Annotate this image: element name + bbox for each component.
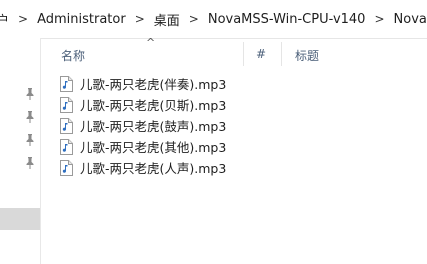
file-row[interactable]: 儿歌-两只老虎(鼓声).mp3	[60, 115, 226, 136]
audio-file-icon	[60, 117, 73, 134]
breadcrumb-separator[interactable]: >	[189, 12, 199, 26]
breadcrumb-item-desktop[interactable]: 桌面	[154, 10, 180, 29]
audio-file-icon	[60, 138, 73, 155]
file-list: 儿歌-两只老虎(伴奏).mp3 儿歌-两只老虎(贝斯).mp3 儿歌-两只老虎(…	[60, 73, 226, 178]
file-name: 儿歌-两只老虎(贝斯).mp3	[80, 98, 227, 113]
breadcrumb-separator[interactable]: >	[374, 12, 384, 26]
column-header-name[interactable]: 名称	[61, 47, 85, 64]
file-name: 儿歌-两只老虎(人声).mp3	[80, 161, 227, 176]
audio-file-icon	[60, 75, 73, 92]
column-divider[interactable]	[281, 42, 282, 66]
breadcrumb-item-novamss-folder[interactable]: NovaMSS-Win-CPU-v140	[208, 12, 366, 27]
column-header-row: ^ 名称 # 标题	[41, 36, 427, 70]
file-name: 儿歌-两只老虎(其他).mp3	[80, 140, 227, 155]
column-divider[interactable]	[243, 42, 244, 66]
pin-icon[interactable]	[25, 134, 35, 146]
file-row[interactable]: 儿歌-两只老虎(贝斯).mp3	[60, 94, 226, 115]
breadcrumb-item-administrator[interactable]: Administrator	[37, 12, 126, 27]
file-row[interactable]: 儿歌-两只老虎(其他).mp3	[60, 136, 226, 157]
audio-file-icon	[60, 159, 73, 176]
pin-icon[interactable]	[25, 111, 35, 123]
selected-nav-item[interactable]	[0, 208, 40, 230]
file-row[interactable]: 儿歌-两只老虎(人声).mp3	[60, 157, 226, 178]
file-name: 儿歌-两只老虎(鼓声).mp3	[80, 119, 227, 134]
breadcrumb[interactable]: 户 > Administrator > 桌面 > NovaMSS-Win-CPU…	[0, 0, 427, 39]
column-header-title[interactable]: 标题	[295, 47, 319, 64]
pin-icon[interactable]	[25, 157, 35, 169]
file-name: 儿歌-两只老虎(伴奏).mp3	[80, 77, 227, 92]
navigation-pane[interactable]	[0, 38, 41, 264]
breadcrumb-item-novamss[interactable]: NovaMSS	[394, 12, 427, 27]
column-header-number[interactable]: #	[256, 47, 266, 61]
pin-icon[interactable]	[25, 88, 35, 100]
file-row[interactable]: 儿歌-两只老虎(伴奏).mp3	[60, 73, 226, 94]
breadcrumb-separator[interactable]: >	[18, 12, 28, 26]
breadcrumb-item-user[interactable]: 户	[0, 10, 9, 29]
breadcrumb-separator[interactable]: >	[135, 12, 145, 26]
audio-file-icon	[60, 96, 73, 113]
sort-ascending-icon: ^	[146, 36, 156, 49]
